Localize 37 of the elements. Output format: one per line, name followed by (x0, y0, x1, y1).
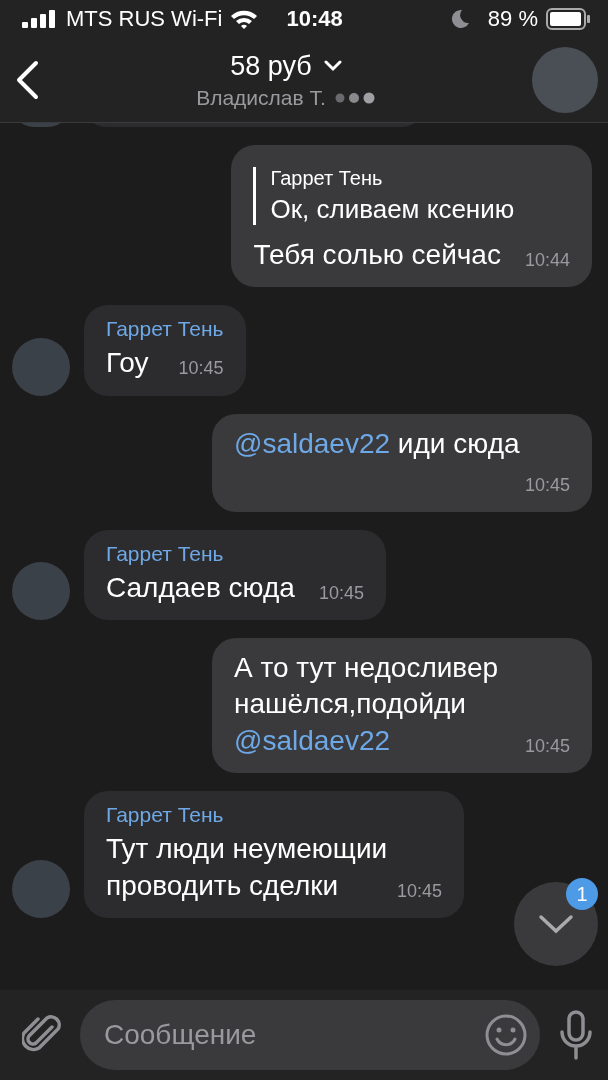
mention-link[interactable]: @saldaev22 (234, 427, 391, 459)
message-text: Тебя солью сейчас (253, 239, 501, 270)
emoji-icon[interactable] (484, 1013, 528, 1057)
moon-icon (449, 9, 470, 29)
message-text: Гоу (106, 347, 149, 379)
chevron-down-icon (538, 914, 574, 934)
back-icon[interactable] (14, 60, 40, 100)
battery-percent: 89 % (487, 6, 538, 32)
message-text: А то тут недосливер нашёлся,подойди @saldaev22 (234, 651, 499, 756)
unread-badge: 1 (566, 878, 598, 910)
carrier-name: MTS RUS Wi-Fi (66, 6, 223, 32)
chevron-down-icon[interactable] (323, 60, 342, 72)
message-time: 10:45 (396, 879, 442, 903)
clock-time: 10:48 (286, 6, 343, 32)
typing-status: Владислав Т. (196, 85, 326, 110)
mention-link[interactable]: @saldaev22 (234, 724, 391, 756)
reply-quote[interactable]: Гаррет Тень Ок, сливаем ксению (253, 167, 570, 225)
message-time: 10:44 (524, 249, 570, 272)
quote-author: Гаррет Тень (270, 167, 384, 190)
message-time: 10:45 (524, 734, 570, 758)
battery-icon (546, 8, 590, 30)
typing-dots-icon (333, 91, 376, 104)
message-field[interactable]: Сообщение (80, 1000, 540, 1070)
message-text: Салдаев сюда (106, 571, 295, 603)
signal-icon (22, 10, 58, 28)
sender-name: Гаррет Тень (106, 317, 224, 342)
wifi-icon (230, 9, 259, 29)
sender-name: Гаррет Тень (106, 541, 225, 566)
message-text: Тут люди неумеющии проводить сделки (106, 833, 388, 901)
sender-name: Гаррет Тень (106, 803, 225, 828)
message-time: 10:45 (524, 474, 570, 498)
message-time: 10:45 (178, 357, 224, 381)
quote-text: Ок, сливаем ксению (270, 194, 516, 225)
chat-title[interactable]: 58 руб (230, 50, 312, 82)
message-text: @saldaev22 иди сюда (234, 427, 520, 459)
microphone-icon[interactable] (558, 1010, 594, 1060)
message-time: 10:45 (318, 581, 364, 605)
